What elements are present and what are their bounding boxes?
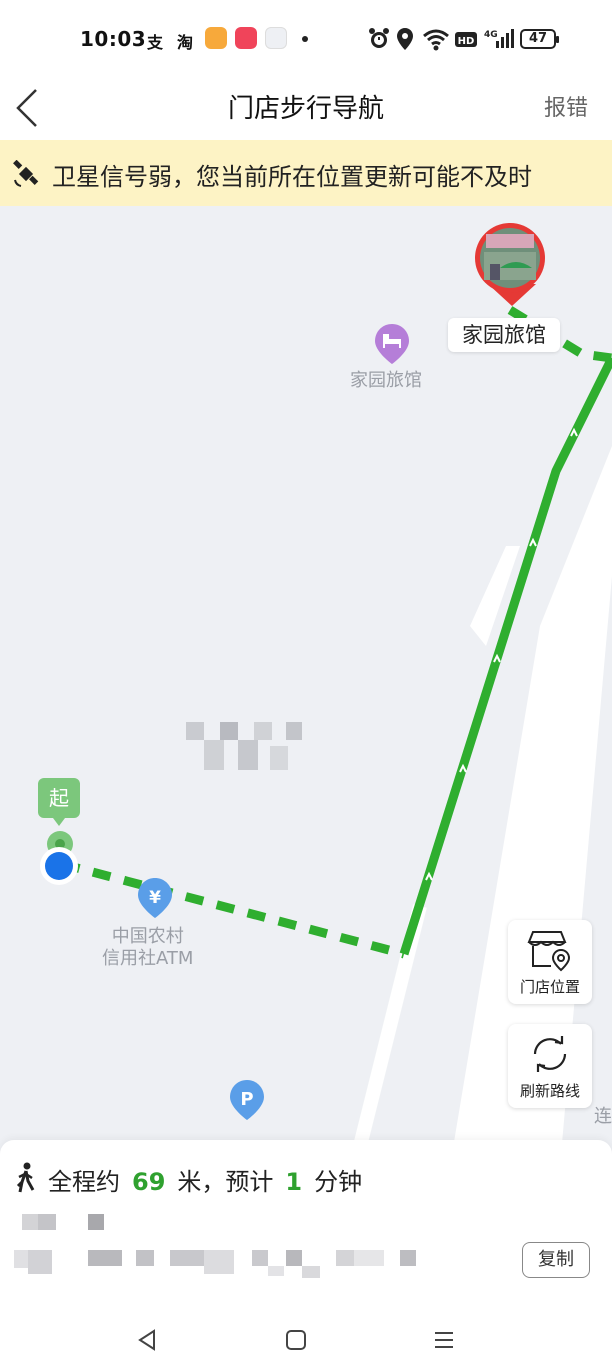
map-view[interactable]: ¥ P 家园旅馆 家园旅馆 中国农村 信用社ATM 连 起 门店位置 刷新路线: [0, 206, 612, 1166]
blurred-map-label: [186, 722, 302, 770]
svg-text:4G: 4G: [484, 30, 498, 40]
current-location-dot: [40, 847, 78, 885]
destination-store-pin[interactable]: [475, 223, 545, 306]
walking-icon: [16, 1162, 35, 1193]
battery-indicator: 47: [520, 29, 559, 49]
summary-middle: 米，预计: [177, 1168, 274, 1196]
distance-value: 69: [132, 1168, 166, 1196]
weak-signal-banner: 卫星信号弱，您当前所在位置更新可能不及时: [0, 140, 612, 206]
satellite-icon: [13, 160, 39, 187]
nav-back-icon[interactable]: [136, 1328, 160, 1352]
app-header: 门店步行导航 报错: [0, 78, 612, 140]
start-tag: 起: [38, 778, 80, 826]
nav-home-icon[interactable]: [284, 1328, 308, 1352]
app-notification-icon: [235, 27, 257, 49]
notification-dot-icon: [302, 36, 308, 42]
blurred-address: [14, 1214, 416, 1278]
store-location-button[interactable]: 门店位置: [508, 920, 592, 1004]
copy-address-button[interactable]: 复制: [522, 1242, 590, 1278]
calendar-icon: [265, 27, 287, 49]
atm-poi-label: 中国农村 信用社ATM: [102, 926, 193, 970]
signal-icon: 4G: [484, 29, 514, 48]
location-icon: [397, 28, 413, 50]
system-nav-bar: [0, 1300, 612, 1353]
svg-text:¥: ¥: [149, 888, 161, 908]
nav-recents-icon[interactable]: [432, 1328, 456, 1352]
status-bar: 10:03 支 淘 HD 4G 47: [0, 0, 612, 78]
report-error-button[interactable]: 报错: [544, 90, 588, 122]
svg-text:HD: HD: [458, 36, 475, 47]
destination-label: 家园旅馆: [448, 318, 560, 352]
hotel-poi-icon: [375, 324, 409, 364]
alarm-icon: [369, 28, 389, 48]
refresh-icon: [533, 1036, 567, 1072]
store-location-icon: [527, 931, 571, 972]
alipay-icon: 支: [147, 33, 164, 52]
taobao-icon: 淘: [177, 33, 194, 52]
atm-poi-icon: ¥: [138, 878, 172, 918]
hd-icon: HD: [455, 32, 477, 47]
store-location-label: 门店位置: [519, 978, 580, 996]
wifi-icon: [423, 29, 449, 51]
status-time: 10:03: [80, 27, 147, 51]
duration-value: 1: [285, 1168, 303, 1196]
refresh-route-label: 刷新路线: [519, 1082, 580, 1100]
refresh-route-button[interactable]: 刷新路线: [508, 1024, 592, 1108]
atm-poi-label-line1: 中国农村: [111, 926, 184, 947]
banner-message: 卫星信号弱，您当前所在位置更新可能不及时: [52, 163, 532, 191]
road-label: 连: [594, 1106, 612, 1127]
app-notification-icon: [205, 27, 227, 49]
atm-poi-label-line2: 信用社ATM: [102, 948, 194, 969]
parking-poi-icon: P: [230, 1080, 264, 1120]
hotel-poi-label: 家园旅馆: [350, 370, 422, 391]
route-summary: 全程约 69 米，预计 1 分钟: [48, 1162, 362, 1197]
summary-suffix: 分钟: [314, 1168, 363, 1196]
summary-prefix: 全程约: [48, 1168, 120, 1196]
page-title: 门店步行导航: [227, 94, 384, 124]
svg-text:P: P: [240, 1089, 253, 1110]
